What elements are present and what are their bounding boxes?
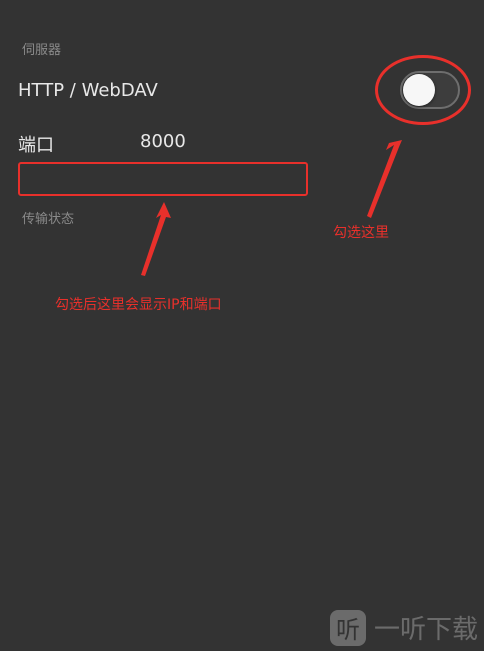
annotation-toggle-hint: 勾选这里 [333, 225, 389, 241]
toggle-arrow [367, 140, 402, 218]
annotation-ip-hint: 勾选后这里会显示IP和端口 [55, 297, 222, 313]
watermark: 听 一听下载 [329, 609, 478, 646]
annotation-arrows [141, 140, 402, 276]
watermark-logo-icon: 听 [329, 609, 366, 646]
ip-arrow [141, 202, 171, 276]
watermark-text: 一听下载 [373, 615, 478, 645]
